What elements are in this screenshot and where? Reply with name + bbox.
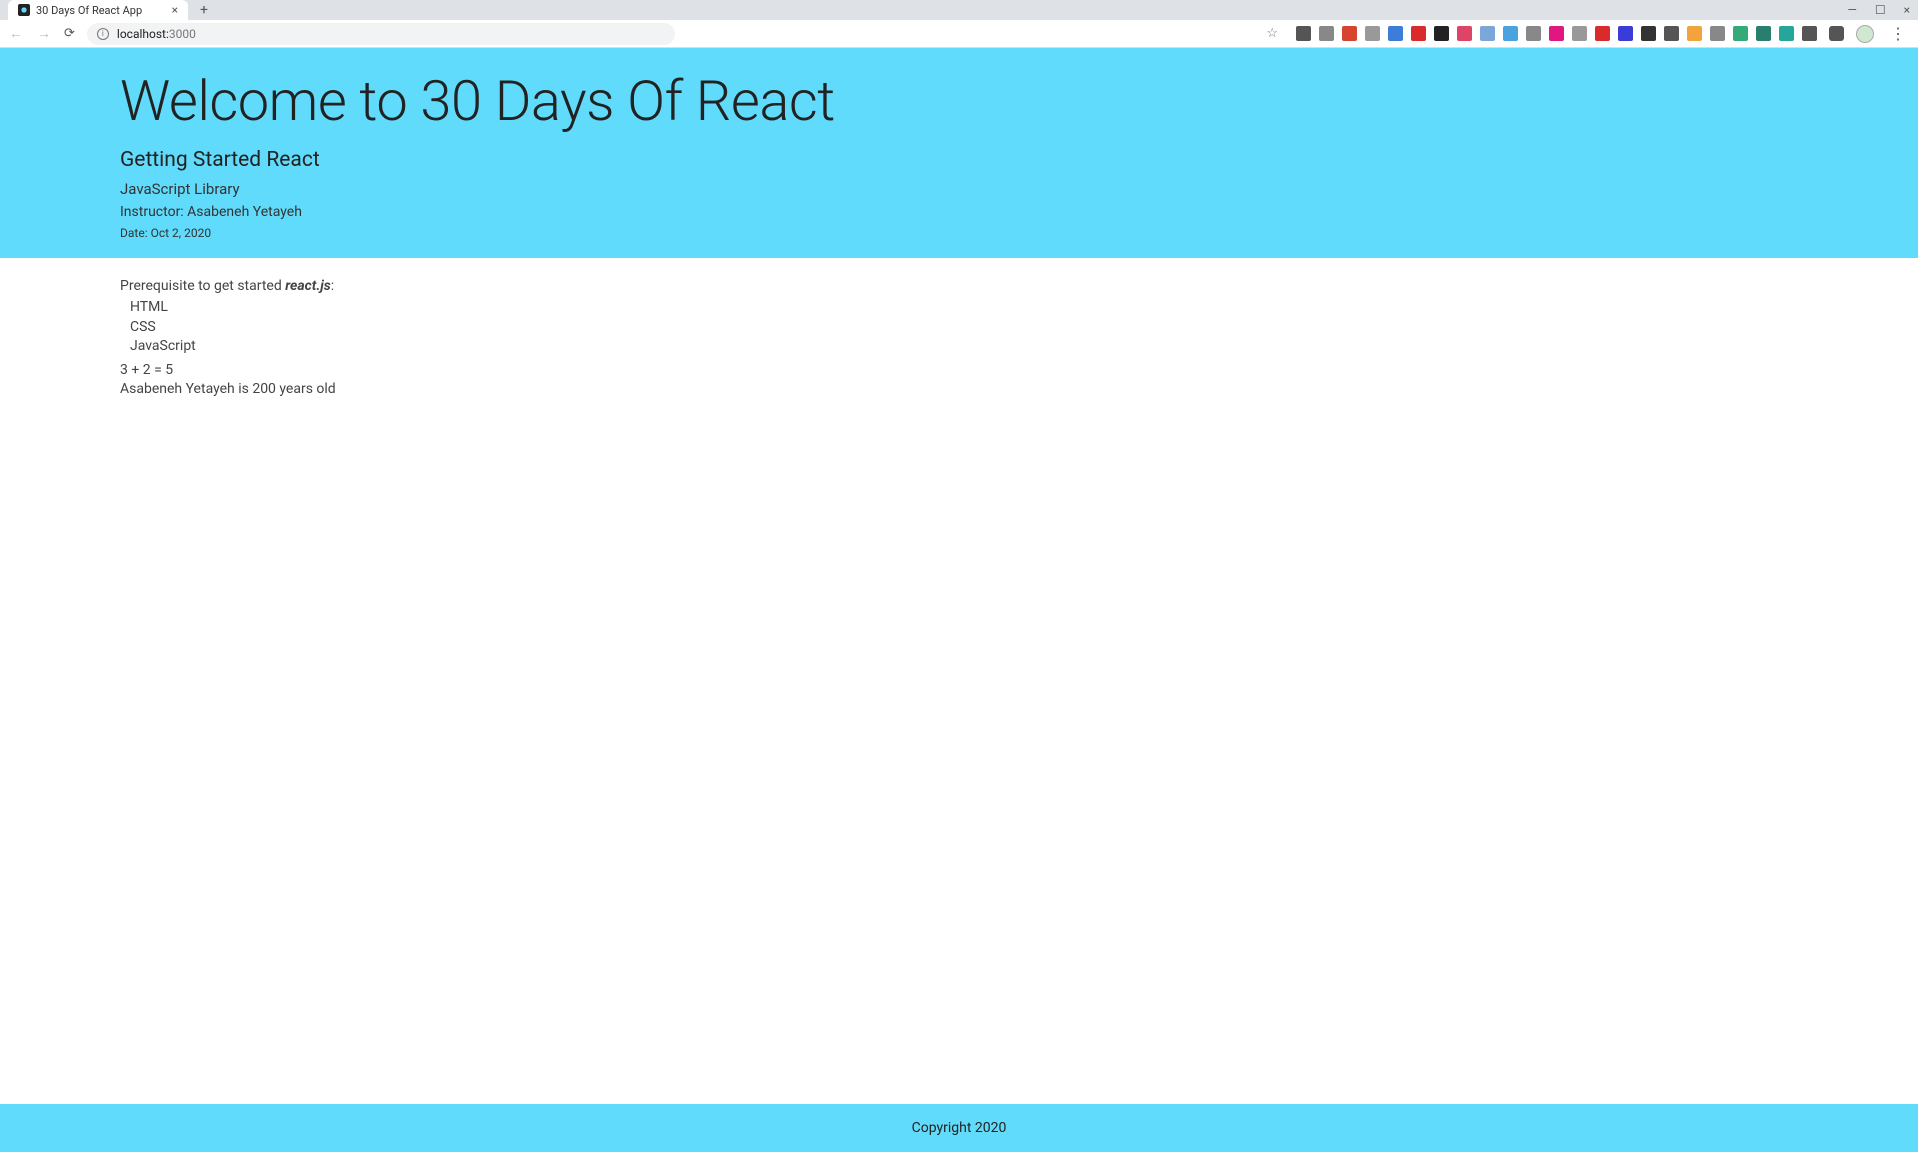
extension-icon[interactable] [1342, 26, 1357, 41]
extension-icon[interactable] [1411, 26, 1426, 41]
library-text: JavaScript Library [120, 180, 1798, 198]
page-subtitle: Getting Started React [120, 148, 1798, 172]
prereq-line: Prerequisite to get started react.js: [120, 278, 1798, 294]
prereq-em: react.js [285, 278, 331, 294]
extension-icon[interactable] [1296, 26, 1311, 41]
address-bar[interactable]: i localhost:3000 [87, 23, 675, 45]
extension-icon[interactable] [1503, 26, 1518, 41]
browser-toolbar: ← → ⟳ i localhost:3000 ☆ ⋮ [0, 20, 1918, 48]
page-footer: Copyright 2020 [0, 1104, 1918, 1152]
instructor-text: Instructor: Asabeneh Yetayeh [120, 204, 1798, 220]
url-host: localhost: [117, 27, 169, 41]
main-content: Prerequisite to get started react.js: HT… [0, 258, 1918, 1104]
extension-icon[interactable] [1457, 26, 1472, 41]
page-header: Welcome to 30 Days Of React Getting Star… [0, 48, 1918, 258]
extension-icon[interactable] [1664, 26, 1679, 41]
url-port: 3000 [169, 27, 196, 41]
minimize-icon[interactable]: — [1847, 3, 1856, 17]
site-info-icon[interactable]: i [97, 28, 109, 40]
extension-icon[interactable] [1319, 26, 1334, 41]
math-line: 3 + 2 = 5 [120, 361, 1798, 381]
close-tab-icon[interactable]: × [172, 3, 178, 17]
list-item: HTML [130, 298, 1798, 318]
tab-title: 30 Days Of React App [36, 4, 166, 17]
forward-button[interactable]: → [36, 25, 52, 42]
close-window-icon[interactable]: × [1904, 3, 1910, 17]
extension-icon[interactable] [1480, 26, 1495, 41]
extension-icon[interactable] [1595, 26, 1610, 41]
extension-icon[interactable] [1687, 26, 1702, 41]
page-title: Welcome to 30 Days Of React [120, 68, 1798, 134]
extension-icon[interactable] [1365, 26, 1380, 41]
window-controls: — ☐ × [1847, 0, 1910, 20]
extension-icon[interactable] [1526, 26, 1541, 41]
extension-icon[interactable] [1388, 26, 1403, 41]
extension-icon[interactable] [1802, 26, 1817, 41]
prereq-prefix: Prerequisite to get started [120, 278, 285, 294]
prereq-suffix: : [331, 278, 334, 294]
extension-icon[interactable] [1618, 26, 1633, 41]
extension-icon[interactable] [1434, 26, 1449, 41]
bookmark-star-icon[interactable]: ☆ [1266, 26, 1278, 41]
extensions-row [1296, 26, 1817, 41]
tab-bar: 30 Days Of React App × + — ☐ × [0, 0, 1918, 20]
extension-icon[interactable] [1710, 26, 1725, 41]
new-tab-button[interactable]: + [194, 0, 214, 20]
extension-icon[interactable] [1733, 26, 1748, 41]
extension-icon[interactable] [1549, 26, 1564, 41]
chrome-menu-icon[interactable]: ⋮ [1886, 24, 1910, 43]
extension-icon[interactable] [1779, 26, 1794, 41]
prereq-list: HTMLCSSJavaScript [120, 298, 1798, 357]
date-text: Date: Oct 2, 2020 [120, 226, 1798, 240]
maximize-icon[interactable]: ☐ [1875, 3, 1886, 17]
list-item: JavaScript [130, 337, 1798, 357]
profile-avatar[interactable] [1856, 25, 1874, 43]
reload-button[interactable]: ⟳ [64, 26, 75, 41]
list-item: CSS [130, 318, 1798, 338]
extension-icon[interactable] [1756, 26, 1771, 41]
back-button[interactable]: ← [8, 25, 24, 42]
page-viewport: Welcome to 30 Days Of React Getting Star… [0, 48, 1918, 1152]
browser-chrome: 30 Days Of React App × + — ☐ × ← → ⟳ i l… [0, 0, 1918, 48]
react-favicon-icon [18, 4, 30, 16]
extension-icon[interactable] [1641, 26, 1656, 41]
age-line: Asabeneh Yetayeh is 200 years old [120, 380, 1798, 400]
extensions-puzzle-icon[interactable] [1829, 26, 1844, 41]
browser-tab[interactable]: 30 Days Of React App × [8, 0, 188, 20]
copyright-text: Copyright 2020 [912, 1120, 1007, 1136]
extension-icon[interactable] [1572, 26, 1587, 41]
